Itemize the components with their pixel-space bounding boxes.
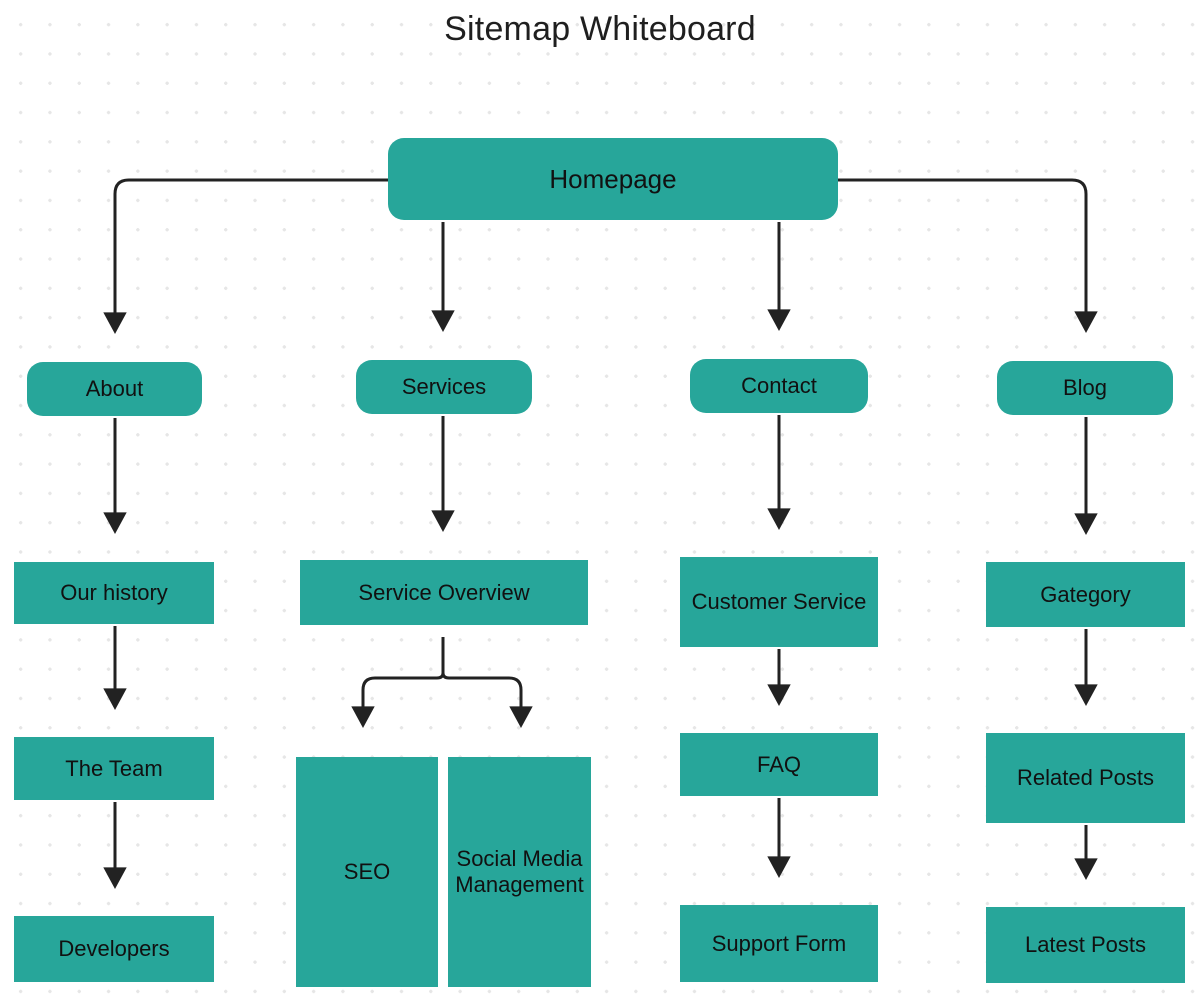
node-label: Our history (60, 580, 168, 606)
node-label: Homepage (549, 163, 677, 194)
node-label: Contact (741, 373, 817, 399)
node-homepage[interactable]: Homepage (388, 138, 838, 220)
node-label: About (85, 376, 144, 402)
node-label: Services (401, 374, 487, 400)
node-label: Blog (1062, 375, 1108, 401)
edge-homepage-blog (838, 178, 1098, 334)
node-label: Social Media Management (455, 846, 584, 897)
node-label: Service Overview (358, 579, 530, 605)
node-label: Customer Service (691, 589, 867, 615)
node-label: SEO (343, 859, 391, 885)
node-seo[interactable]: SEO (296, 757, 438, 987)
page-title: Sitemap Whiteboard (444, 10, 756, 48)
node-label: Developers (58, 936, 170, 962)
node-related-posts[interactable]: Related Posts (986, 733, 1185, 823)
node-label: FAQ (756, 751, 801, 777)
node-label: Gategory (1040, 581, 1131, 607)
node-services[interactable]: Services (356, 360, 532, 414)
node-blog[interactable]: Blog (997, 361, 1173, 415)
node-latest-posts[interactable]: Latest Posts (986, 907, 1185, 983)
whiteboard-canvas[interactable]: Sitemap Whiteboard Homepage About Servic… (0, 0, 1200, 1002)
node-gategory[interactable]: Gategory (986, 562, 1185, 627)
node-our-history[interactable]: Our history (14, 562, 214, 624)
node-the-team[interactable]: The Team (14, 737, 214, 800)
node-service-overview[interactable]: Service Overview (300, 560, 588, 625)
node-developers[interactable]: Developers (14, 916, 214, 982)
node-about[interactable]: About (27, 362, 202, 416)
node-support-form[interactable]: Support Form (680, 905, 878, 982)
edge-homepage-about (103, 178, 388, 335)
node-contact[interactable]: Contact (690, 359, 868, 413)
node-label: Support Form (711, 930, 847, 956)
edge-service-overview-seo (351, 637, 445, 729)
node-social-media-management[interactable]: Social Media Management (448, 757, 591, 987)
node-label: Related Posts (1017, 765, 1154, 791)
edge-service-overview-social-media (441, 637, 533, 729)
node-customer-service[interactable]: Customer Service (680, 557, 878, 647)
node-faq[interactable]: FAQ (680, 733, 878, 796)
node-label: Latest Posts (1024, 932, 1147, 958)
node-label: The Team (65, 755, 163, 781)
